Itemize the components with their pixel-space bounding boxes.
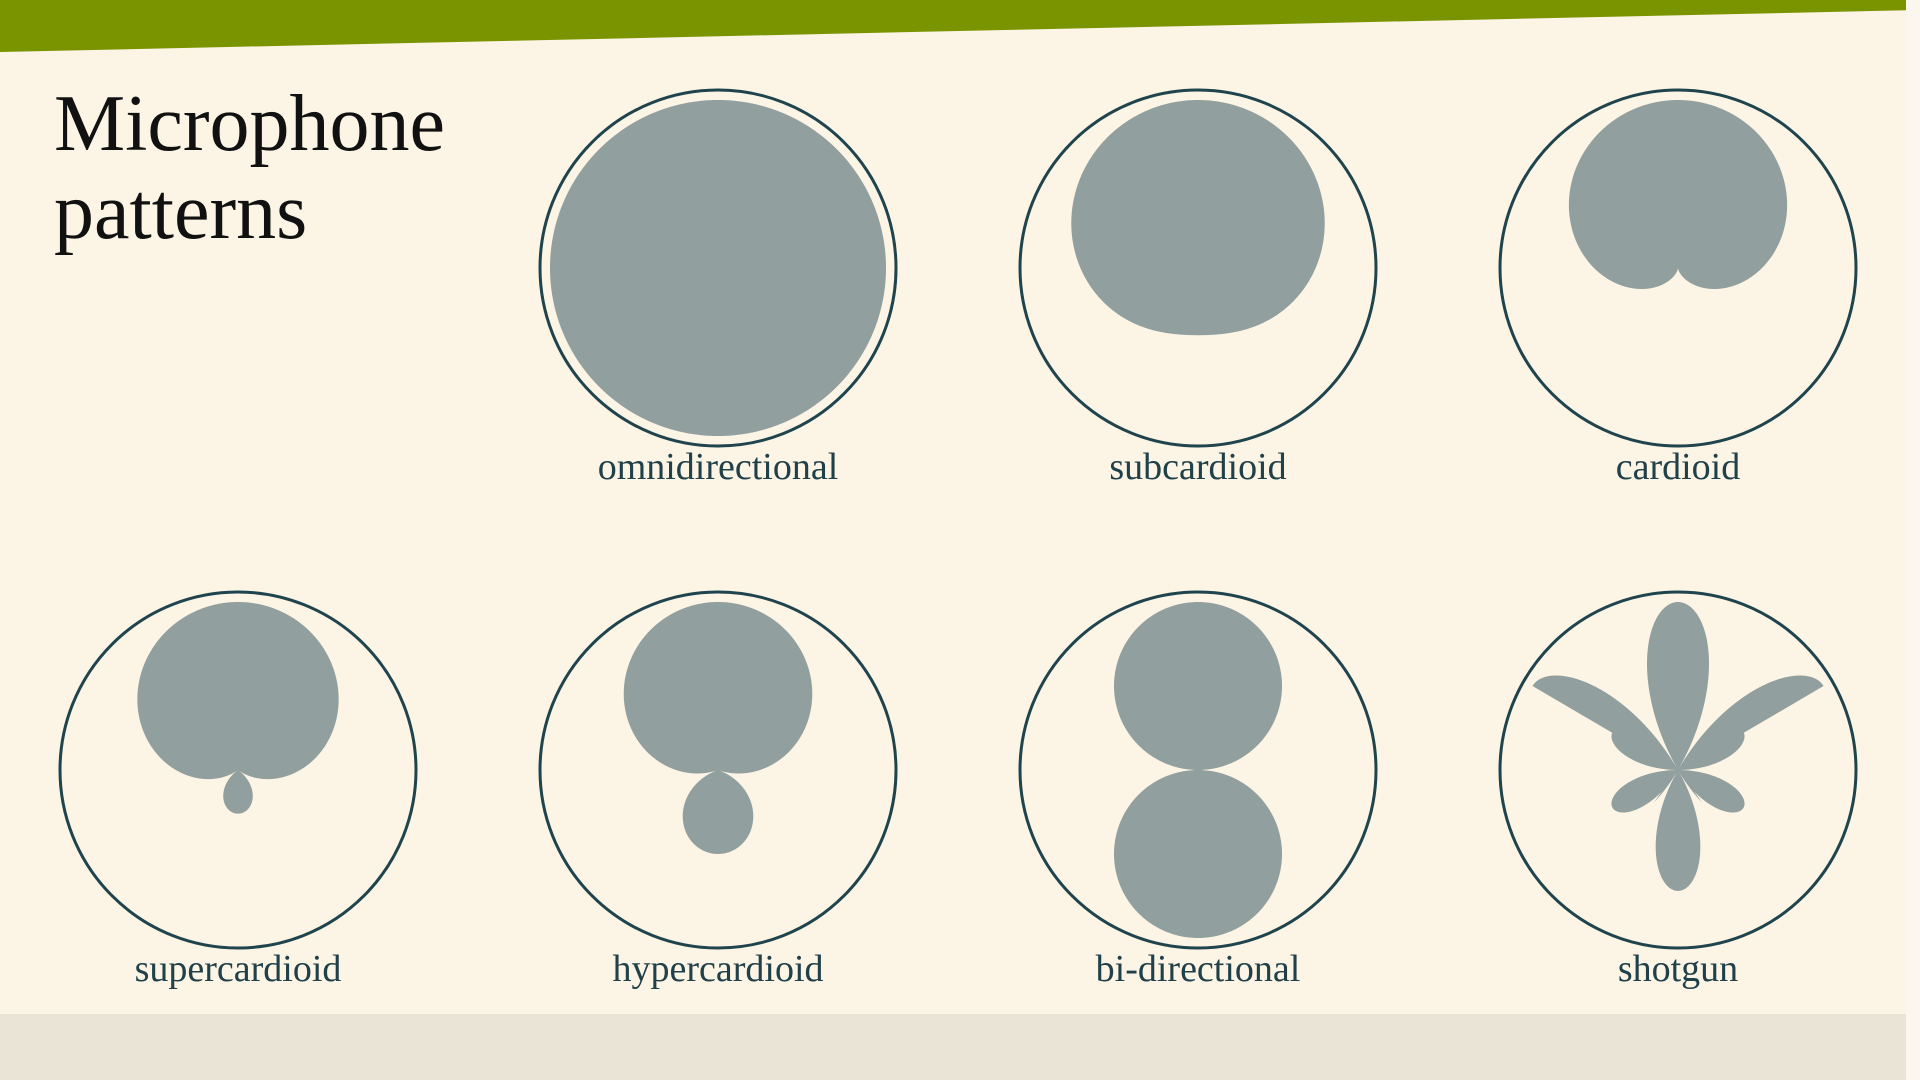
pickup-lobe [623,602,813,854]
polar-diagram [538,590,898,950]
pattern-cardioid: cardioid [1478,88,1878,528]
polar-diagram [1018,88,1378,448]
pickup-lobe [550,100,886,436]
pattern-label: omnidirectional [597,446,839,488]
footer-bar [0,1014,1920,1080]
pickup-lobe [137,602,339,814]
pickup-lobe [1532,602,1824,891]
slide-edge [1906,0,1920,1080]
pickup-lobe [1071,100,1325,336]
polar-diagram [538,88,898,448]
polar-diagram [1498,88,1858,448]
pattern-supercardioid: supercardioid [38,590,438,1030]
pattern-label: bi-directional [1095,948,1301,990]
pattern-label: supercardioid [134,948,342,990]
pattern-shotgun: shotgun [1478,590,1878,1030]
pattern-label: subcardioid [1109,446,1287,488]
pattern-bi-directional: bi-directional [998,590,1398,1030]
pattern-omnidirectional: omnidirectional [518,88,918,528]
polar-diagram [58,590,418,950]
pattern-label: hypercardioid [612,948,824,990]
pattern-subcardioid: subcardioid [998,88,1398,528]
top-accent-band [0,0,1920,52]
pattern-label: cardioid [1615,446,1741,488]
polar-diagram [1498,590,1858,950]
pickup-lobe [1114,602,1282,938]
page-title: Microphone patterns [54,80,446,256]
polar-diagram [1018,590,1378,950]
pattern-hypercardioid: hypercardioid [518,590,918,1030]
pickup-lobe [1568,100,1788,289]
pattern-label: shotgun [1617,948,1739,990]
